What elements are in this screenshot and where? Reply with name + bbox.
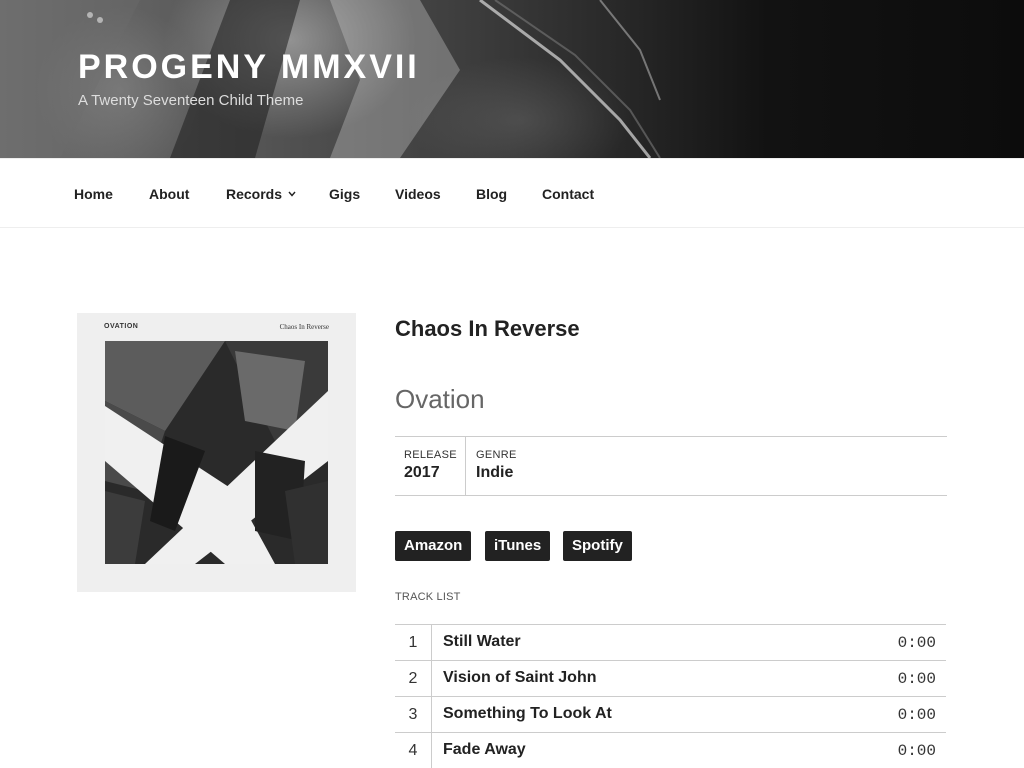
- nav-item-home[interactable]: Home: [74, 186, 113, 202]
- chevron-down-icon: [288, 191, 296, 197]
- track-title: Something To Look At: [443, 705, 612, 722]
- release-cell: RELEASE 2017: [395, 437, 466, 495]
- site-title[interactable]: PROGENY MMXVII: [78, 48, 420, 87]
- release-value: 2017: [404, 464, 440, 481]
- track-number: 4: [395, 733, 432, 768]
- cover-artist-label: OVATION: [104, 323, 139, 330]
- nav-item-blog[interactable]: Blog: [476, 186, 507, 202]
- cover-title-label: Chaos In Reverse: [279, 323, 329, 331]
- table-row[interactable]: 3 Something To Look At 0:00: [395, 697, 946, 733]
- track-title: Fade Away: [443, 741, 526, 758]
- nav-item-gigs[interactable]: Gigs: [329, 186, 360, 202]
- itunes-button[interactable]: iTunes: [485, 531, 551, 561]
- track-title: Vision of Saint John: [443, 669, 597, 686]
- track-number: 1: [395, 625, 432, 660]
- track-duration: 0:00: [897, 670, 936, 688]
- table-row[interactable]: 4 Fade Away 0:00: [395, 733, 946, 768]
- record-artist: Ovation: [395, 384, 485, 414]
- site-header: PROGENY MMXVII A Twenty Seventeen Child …: [0, 0, 1024, 158]
- track-number: 3: [395, 697, 432, 732]
- track-number: 2: [395, 661, 432, 696]
- main-navigation: Home About Records Gigs Videos Blog Cont…: [0, 158, 1024, 228]
- record-meta-table: RELEASE 2017 GENRE Indie: [395, 436, 947, 496]
- table-row[interactable]: 1 Still Water 0:00: [395, 625, 946, 661]
- track-duration: 0:00: [897, 634, 936, 652]
- tracklist: 1 Still Water 0:00 2 Vision of Saint Joh…: [395, 624, 946, 768]
- nav-item-contact[interactable]: Contact: [542, 186, 594, 202]
- nav-item-about[interactable]: About: [149, 186, 189, 202]
- release-label: RELEASE: [404, 449, 457, 461]
- nav-item-records[interactable]: Records: [226, 186, 296, 202]
- spotify-button[interactable]: Spotify: [563, 531, 632, 561]
- album-cover: OVATION Chaos In Reverse: [77, 313, 356, 592]
- track-duration: 0:00: [897, 706, 936, 724]
- track-duration: 0:00: [897, 742, 936, 760]
- table-row[interactable]: 2 Vision of Saint John 0:00: [395, 661, 946, 697]
- record-title: Chaos In Reverse: [395, 316, 580, 341]
- amazon-button[interactable]: Amazon: [395, 531, 472, 561]
- cover-artwork: [105, 341, 328, 564]
- track-title: Still Water: [443, 633, 521, 650]
- tracklist-heading: TRACK LIST: [395, 591, 461, 603]
- nav-item-videos[interactable]: Videos: [395, 186, 441, 202]
- genre-label: GENRE: [476, 449, 517, 461]
- genre-cell: GENRE Indie: [466, 437, 947, 495]
- nav-item-label: Records: [226, 186, 283, 202]
- site-description: A Twenty Seventeen Child Theme: [78, 92, 304, 109]
- genre-value: Indie: [476, 464, 514, 481]
